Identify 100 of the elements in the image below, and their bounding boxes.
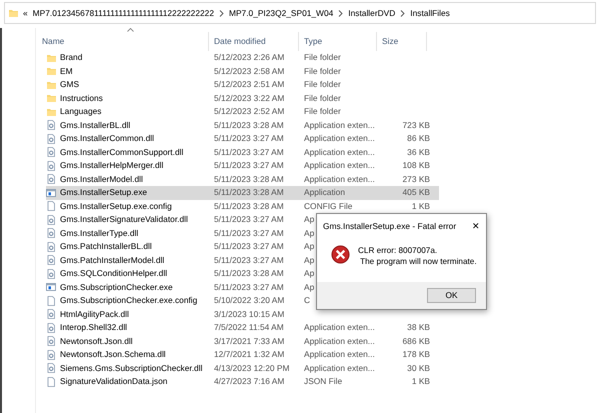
file-type: File folder: [304, 92, 341, 105]
file-row[interactable]: Languages 5/12/2023 2:52 AM File folder: [46, 105, 439, 118]
file-row[interactable]: Newtonsoft.Json.Schema.dll 12/7/2021 1:32 AM Application exten... 178 KB: [46, 348, 439, 362]
file-name: GMS: [60, 78, 80, 92]
file-size: 1 KB: [410, 375, 430, 388]
column-header[interactable]: Type: [299, 32, 377, 51]
file-row[interactable]: Gms.InstallerSetup.exe.config 5/11/2023 3:28 AM CONFIG File 1 KB: [46, 200, 439, 213]
date-modified: 5/12/2023 2:26 AM: [214, 51, 284, 64]
file-name: EM: [60, 64, 73, 78]
file-name: Gms.InstallerType.dll: [60, 226, 138, 240]
file-type: Application exten...: [304, 348, 375, 362]
file-row[interactable]: Gms.InstallerSetup.exe 5/11/2023 3:28 AM Application 405 KB: [46, 186, 439, 200]
breadcrumb-item[interactable]: InstallFiles: [410, 6, 450, 20]
column-header[interactable]: Size: [377, 32, 427, 51]
breadcrumb-item[interactable]: MP7.0123456781111111111111111112222222222: [32, 6, 214, 20]
folder-icon: [46, 66, 56, 76]
file-row[interactable]: Newtonsoft.Json.dll 3/17/2021 7:33 AM Application exten... 686 KB: [46, 334, 439, 348]
file-name: Gms.InstallerSetup.exe.config: [60, 200, 172, 213]
file-icon: [46, 296, 56, 306]
breadcrumb-item[interactable]: MP7.0_PI23Q2_SP01_W04: [228, 6, 334, 20]
chevron-icon: [338, 10, 344, 16]
file-type: Ap: [304, 213, 314, 226]
date-modified: 5/11/2023 3:27 AM: [214, 146, 284, 159]
file-row[interactable]: Gms.InstallerBL.dll 5/11/2023 3:28 AM Application exten... 723 KB: [46, 118, 439, 132]
file-size: 178 KB: [402, 348, 430, 362]
file-size: 36 KB: [406, 146, 430, 159]
file-row[interactable]: Instructions 5/12/2023 3:22 AM File folder: [46, 92, 439, 105]
file-type: Ap: [304, 226, 314, 240]
error-icon: [331, 244, 350, 264]
chevron-icon: [400, 10, 406, 16]
file-row[interactable]: Siemens.Gms.SubscriptionChecker.dll 4/13/2023 12:20 PM Application exten... 30 KB: [46, 362, 439, 375]
file-name: HtmlAgilityPack.dll: [60, 308, 129, 321]
file-name: Gms.SubscriptionChecker.exe: [60, 280, 173, 294]
file-icon: [46, 376, 56, 387]
file-name: Brand: [60, 51, 82, 64]
file-size: 405 KB: [402, 186, 430, 200]
date-modified: 12/7/2021 1:32 AM: [214, 348, 284, 362]
close-button[interactable]: ✕: [472, 220, 480, 233]
file-row[interactable]: EM 5/12/2023 2:58 AM File folder: [46, 64, 439, 78]
file-size: 686 KB: [402, 334, 430, 348]
file-type: File folder: [304, 51, 341, 64]
file-row[interactable]: SignatureValidationData.json 4/27/2023 7:16 AM JSON File 1 KB: [46, 375, 439, 388]
file-name: SignatureValidationData.json: [60, 375, 168, 388]
date-modified: 5/11/2023 3:27 AM: [214, 132, 284, 146]
file-name: Languages: [60, 105, 102, 118]
error-message: The program will now terminate.: [359, 256, 477, 267]
file-name: Instructions: [60, 92, 103, 105]
file-type: JSON File: [304, 375, 342, 388]
file-type: Application exten...: [304, 172, 375, 186]
file-size: 30 KB: [406, 362, 430, 375]
file-row[interactable]: Gms.SQLConditionHelper.dll 5/11/2023 3:28 AM Ap: [46, 267, 439, 280]
file-type: Application: [304, 186, 345, 200]
date-modified: 5/11/2023 3:27 AM: [214, 254, 284, 267]
file-name: Gms.InstallerSignatureValidator.dll: [60, 213, 188, 226]
file-size: 1 KB: [410, 200, 430, 213]
date-modified: 5/12/2023 2:52 AM: [214, 105, 284, 118]
file-name: Gms.SubscriptionChecker.exe.config: [60, 294, 198, 308]
column-header[interactable]: Name: [37, 32, 209, 51]
breadcrumb-item[interactable]: InstallerDVD: [348, 6, 396, 20]
file-row[interactable]: Gms.InstallerCommon.dll 5/11/2023 3:27 AM Application exten... 86 KB: [46, 132, 439, 146]
file-name: Gms.InstallerModel.dll: [60, 172, 143, 186]
file-type: File folder: [304, 105, 341, 118]
file-row[interactable]: HtmlAgilityPack.dll 3/1/2023 10:15 AM: [46, 308, 439, 321]
file-type: Application exten...: [304, 118, 375, 132]
file-name: Gms.InstallerBL.dll: [60, 118, 130, 132]
application-icon: [46, 188, 56, 198]
date-modified: 5/11/2023 3:27 AM: [214, 280, 284, 294]
date-modified: 5/10/2022 3:20 AM: [214, 294, 284, 308]
date-modified: 3/1/2023 10:15 AM: [214, 308, 284, 321]
file-size: 38 KB: [406, 321, 430, 334]
file-type: Application exten...: [304, 334, 375, 348]
date-modified: 4/27/2023 7:16 AM: [214, 375, 284, 388]
address-bar[interactable]: « MP7.0123456781111111111111111112222222222 MP7.0_PI23Q2_SP01_W04 InstallerDVD InstallFiles: [4, 2, 596, 24]
ok-button[interactable]: OK: [427, 288, 476, 303]
date-modified: 5/11/2023 3:28 AM: [214, 186, 284, 200]
overflow-chevron[interactable]: «: [23, 6, 28, 20]
file-row[interactable]: Gms.InstallerCommonSupport.dll 5/11/2023 3:27 AM Application exten... 36 KB: [46, 146, 439, 159]
file-type: Ap: [304, 254, 314, 267]
chevron-icon: [218, 10, 224, 16]
file-row[interactable]: Brand 5/12/2023 2:26 AM File folder: [46, 51, 439, 64]
date-modified: 5/11/2023 3:28 AM: [214, 172, 284, 186]
date-modified: 7/5/2022 11:54 AM: [214, 321, 284, 334]
date-modified: 5/11/2023 3:28 AM: [214, 118, 284, 132]
error-message: CLR error: 8007007a.: [358, 244, 438, 256]
file-size: 108 KB: [402, 159, 430, 172]
date-modified: 5/12/2023 3:22 AM: [214, 92, 284, 105]
date-modified: 4/13/2023 12:20 PM: [214, 362, 290, 375]
file-type: Ap: [304, 240, 314, 254]
date-modified: 3/17/2021 7:33 AM: [214, 334, 284, 348]
file-row[interactable]: Interop.Shell32.dll 7/5/2022 11:54 AM Application exten... 38 KB: [46, 321, 439, 334]
file-row[interactable]: Gms.InstallerHelpMerger.dll 5/11/2023 3:27 AM Application exten... 108 KB: [46, 159, 439, 172]
file-type: File folder: [304, 64, 341, 78]
file-icon: [46, 201, 56, 212]
file-row[interactable]: GMS 5/12/2023 2:51 AM File folder: [46, 78, 439, 92]
folder-icon: [46, 52, 56, 63]
file-row[interactable]: Gms.InstallerModel.dll 5/11/2023 3:28 AM Application exten... 273 KB: [46, 172, 439, 186]
file-type: Application exten...: [304, 362, 375, 375]
column-header[interactable]: Date modified: [209, 32, 299, 51]
file-type: C: [304, 294, 310, 308]
file-name: Gms.PatchInstallerBL.dll: [60, 240, 152, 254]
